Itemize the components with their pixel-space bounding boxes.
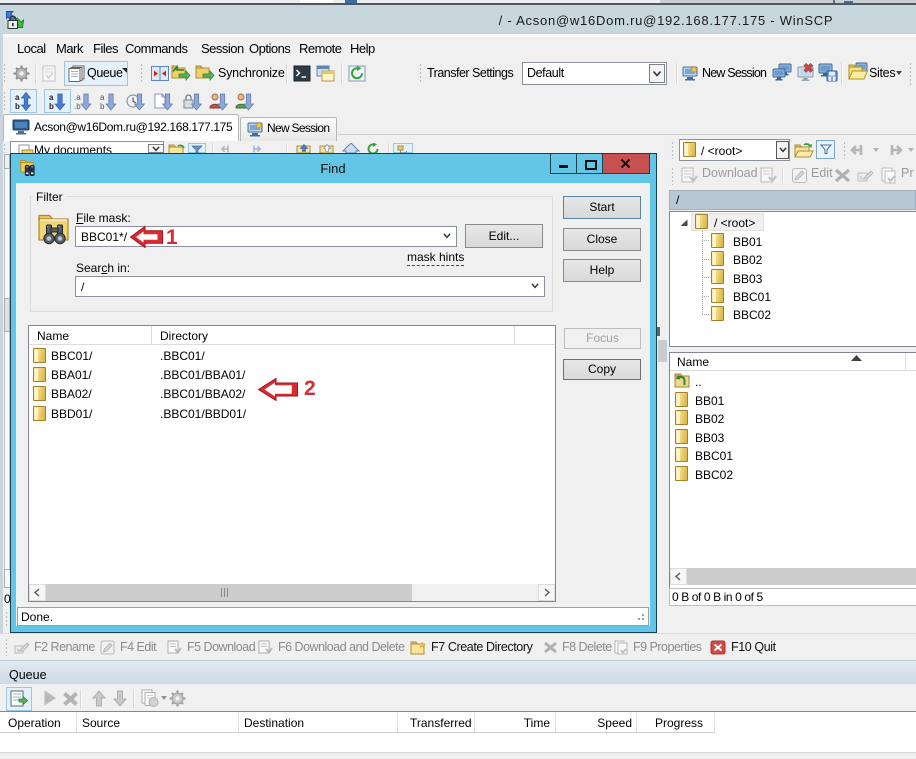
svg-text:a: a xyxy=(15,93,20,102)
svg-text:b: b xyxy=(100,102,105,111)
svg-text:a: a xyxy=(49,93,54,102)
svg-text:x: x xyxy=(17,648,20,654)
svg-text:b: b xyxy=(15,102,20,111)
svg-text:a: a xyxy=(100,93,105,102)
svg-text:.b: .b xyxy=(74,102,81,111)
svg-text:.a: .a xyxy=(74,93,81,102)
svg-text:b: b xyxy=(49,102,54,111)
svg-text:x: x xyxy=(860,176,863,182)
